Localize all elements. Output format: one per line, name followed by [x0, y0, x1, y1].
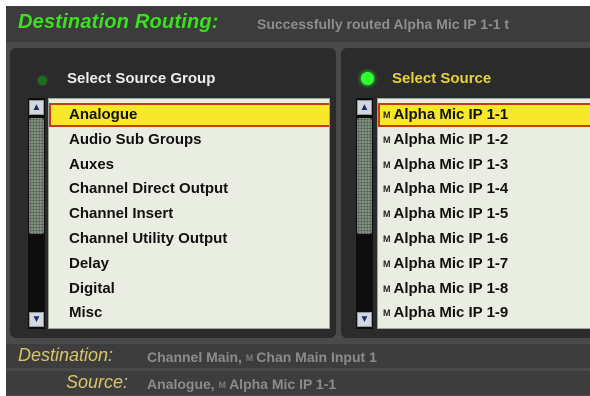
scrollbar-thumb[interactable] [357, 118, 372, 234]
scroll-up-icon[interactable]: ▲ [29, 100, 44, 115]
list-item-label: Alpha Mic IP 1-1 [393, 106, 509, 123]
list-item[interactable]: M Alpha Mic IP 1-8 [378, 277, 590, 301]
list-item[interactable]: Auxes [49, 153, 329, 177]
mono-badge: M [383, 110, 391, 120]
list-item-label: Alpha Mic IP 1-2 [393, 130, 509, 148]
list-item[interactable]: M Alpha Mic IP 1-6 [378, 227, 590, 251]
list-item-label: Channel Insert [69, 205, 174, 223]
list-item-label: Alpha Mic IP 1-4 [393, 180, 509, 198]
routing-status-message: Successfully routed Alpha Mic IP 1-1 t [257, 16, 510, 32]
list-item[interactable]: M Alpha Mic IP 1-7 [378, 252, 590, 276]
list-item[interactable]: M Alpha Mic IP 1-5 [378, 202, 590, 226]
scroll-down-icon[interactable]: ▼ [29, 312, 44, 327]
list-item[interactable]: Delay [49, 252, 329, 276]
list-item[interactable]: M Alpha Mic IP 1-3 [378, 153, 590, 177]
source-status: Source: Analogue, M Alpha Mic IP 1-1 [6, 371, 590, 395]
mono-badge: M [383, 209, 391, 220]
scrollbar-thumb[interactable] [29, 118, 44, 234]
destination-status: Destination: Channel Main, M Chan Main In… [6, 344, 590, 368]
source-value: Analogue, M Alpha Mic IP 1-1 [147, 376, 337, 392]
list-item[interactable]: Digital [49, 277, 329, 301]
destination-label: Destination: [18, 345, 114, 365]
list-item-label: Alpha Mic IP 1-7 [393, 254, 509, 272]
title-bar: Destination Routing: Successfully routed… [6, 6, 590, 42]
list-item-label: Channel Direct Output [69, 180, 229, 198]
mono-badge: M [383, 234, 391, 244]
list-item-label: Alpha Mic IP 1-9 [393, 304, 509, 322]
mono-badge: M [383, 159, 391, 170]
list-item-label: Alpha Mic IP 1-5 [393, 205, 509, 223]
list-item-label: Analogue [69, 106, 138, 123]
source-scrollbar[interactable]: ▲ ▼ [356, 98, 373, 329]
list-item[interactable]: M Alpha Mic IP 1-9 [378, 301, 590, 325]
list-item-label: Alpha Mic IP 1-6 [393, 230, 509, 247]
source-title: Select Source [392, 70, 492, 87]
list-item[interactable]: Analogue [49, 103, 329, 127]
routing-window: Destination Routing: Successfully routed… [6, 6, 590, 396]
source-group-list: Analogue Audio Sub Groups Auxes Channel Dir… [48, 98, 330, 329]
list-item-label: Delay [69, 254, 110, 272]
page-title: Destination Routing: [18, 11, 219, 33]
list-item[interactable]: Channel Utility Output [49, 227, 329, 251]
list-item[interactable]: M Alpha Mic IP 1-4 [378, 177, 590, 201]
source-panel: Select Source ▲ ▼ M Alpha Mic IP 1-1 M Alph… [341, 48, 590, 338]
mono-badge: M [383, 308, 391, 319]
list-item[interactable]: M Alpha Mic IP 1-1 [378, 103, 590, 127]
list-item-label: Misc [69, 304, 103, 322]
status-led-icon [361, 72, 374, 85]
list-item[interactable]: Audio Sub Groups [49, 128, 329, 152]
source-label: Source: [66, 372, 129, 392]
mono-badge: M [245, 353, 254, 363]
list-item[interactable]: Channel Insert [49, 202, 329, 226]
list-item-label: Alpha Mic IP 1-8 [393, 279, 509, 297]
source-group-title: Select Source Group [67, 70, 216, 87]
scroll-down-icon[interactable]: ▼ [357, 312, 372, 327]
list-item-label: Alpha Mic IP 1-3 [393, 155, 509, 173]
list-item-label: Channel Utility Output [69, 230, 228, 247]
scroll-up-icon[interactable]: ▲ [357, 100, 372, 115]
list-item[interactable]: Misc [49, 301, 329, 325]
mono-badge: M [383, 184, 391, 195]
list-item[interactable]: Channel Direct Output [49, 177, 329, 201]
list-item[interactable]: M Alpha Mic IP 1-2 [378, 128, 590, 152]
source-list: M Alpha Mic IP 1-1 M Alpha Mic IP 1-2 M Alpha… [377, 98, 590, 329]
list-item-label: Digital [69, 279, 115, 297]
source-group-panel: Select Source Group ▲ ▼ Analogue Audio Su… [10, 48, 336, 338]
mono-badge: M [383, 134, 391, 145]
destination-value: Channel Main, M Chan Main Input 1 [147, 349, 377, 365]
mono-badge: M [383, 258, 391, 269]
mono-badge: M [218, 380, 227, 390]
mono-badge: M [383, 283, 391, 294]
list-item-label: Auxes [69, 155, 115, 173]
list-item-label: Audio Sub Groups [69, 130, 202, 148]
status-led-icon [38, 76, 47, 85]
source-group-scrollbar[interactable]: ▲ ▼ [28, 98, 45, 329]
